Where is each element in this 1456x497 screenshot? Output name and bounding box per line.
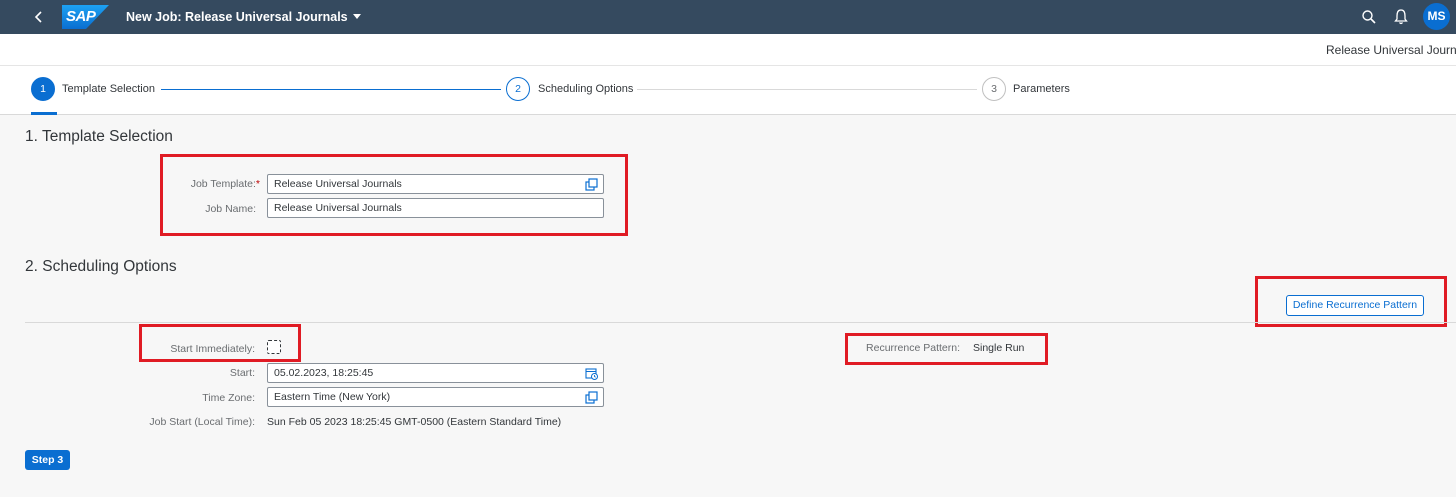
highlight-box-start-immediately <box>139 324 301 362</box>
avatar[interactable]: MS <box>1423 3 1450 30</box>
wizard-step-1[interactable]: 1 <box>31 77 55 101</box>
wizard-step-3[interactable]: 3 <box>982 77 1006 101</box>
step-3-button[interactable]: Step 3 <box>25 450 70 470</box>
section-divider <box>25 322 1456 323</box>
section-title-template: 1. Template Selection <box>25 128 173 145</box>
chevron-down-icon <box>352 14 361 19</box>
time-zone-field[interactable]: Eastern Time (New York) <box>267 387 604 407</box>
time-zone-value: Eastern Time (New York) <box>274 391 391 403</box>
app-title-text: New Job: Release Universal Journals <box>126 10 348 24</box>
shell-bar: SAP New Job: Release Universal Journals … <box>0 0 1456 34</box>
start-datetime-value: 05.02.2023, 18:25:45 <box>274 367 374 379</box>
wizard-step-2[interactable]: 2 <box>506 77 530 101</box>
sap-logo-text: SAP <box>66 8 96 25</box>
start-datetime-field[interactable]: 05.02.2023, 18:25:45 <box>267 363 604 383</box>
start-label: Start: <box>229 367 255 379</box>
active-step-indicator <box>31 112 57 115</box>
bell-icon[interactable] <box>1393 8 1409 26</box>
calendar-clock-icon[interactable] <box>585 367 598 380</box>
app-title[interactable]: New Job: Release Universal Journals <box>126 10 361 24</box>
object-title: Release Universal Journals <box>1326 43 1456 57</box>
wizard-connector <box>637 89 977 90</box>
job-start-local-label: Job Start (Local Time): <box>149 416 255 428</box>
search-icon[interactable] <box>1361 9 1377 25</box>
wizard-step-3-label[interactable]: Parameters <box>1013 83 1070 95</box>
section-title-scheduling: 2. Scheduling Options <box>25 258 177 275</box>
back-icon[interactable] <box>30 8 48 26</box>
highlight-box-recurrence-button <box>1255 276 1447 327</box>
wizard-step-2-label[interactable]: Scheduling Options <box>538 83 633 95</box>
value-help-icon[interactable] <box>585 391 598 404</box>
wizard-progress: 1 Template Selection 2 Scheduling Option… <box>0 66 1456 115</box>
highlight-box-recurrence-pattern <box>845 333 1048 365</box>
object-header: Release Universal Journals <box>0 34 1456 66</box>
highlight-box-template <box>160 154 628 236</box>
wizard-step-1-label[interactable]: Template Selection <box>62 83 155 95</box>
time-zone-label: Time Zone: <box>202 392 255 404</box>
wizard-connector <box>161 89 501 90</box>
job-start-local-value: Sun Feb 05 2023 18:25:45 GMT-0500 (Easte… <box>267 416 562 428</box>
